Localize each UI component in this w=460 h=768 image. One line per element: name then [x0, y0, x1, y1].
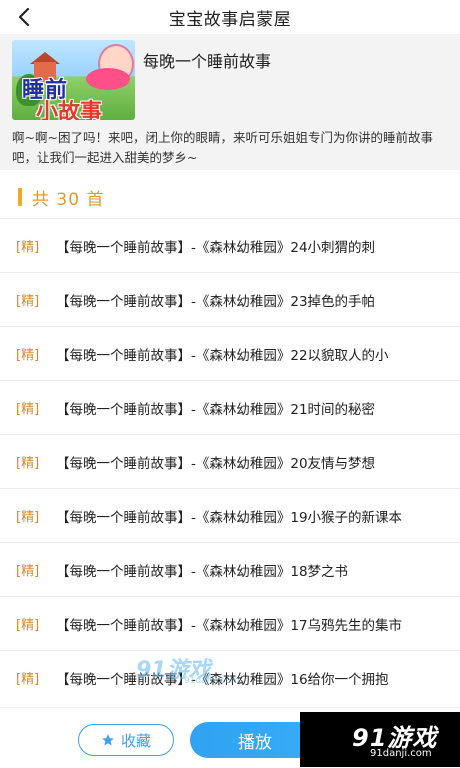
top-bar: 宝宝故事启蒙屋 [0, 0, 460, 34]
track-title: 【每晚一个睡前故事】-《森林幼稚园》24小刺猬的刺 [56, 240, 376, 256]
page-title: 宝宝故事启蒙屋 [168, 10, 292, 30]
favorite-label: 收藏 [120, 731, 151, 750]
album-name: 每晚一个睡前故事 [143, 52, 272, 71]
list-item[interactable]: [精] 【每晚一个睡前故事】-《森林幼稚园》18梦之书 [0, 542, 460, 596]
track-title: 【每晚一个睡前故事】-《森林幼稚园》16给你一个拥抱 [56, 672, 389, 688]
bottom-action-bar: 收藏 播放 [0, 707, 460, 768]
featured-tag: [精] [16, 672, 40, 687]
track-title: 【每晚一个睡前故事】-《森林幼稚园》18梦之书 [56, 564, 349, 580]
featured-tag: [精] [16, 240, 40, 255]
album-description: 啊~啊~困了吗！来吧，闭上你的眼睛，来听可乐姐姐专门为你讲的睡前故事吧，让我们一… [12, 130, 433, 165]
featured-tag: [精] [16, 618, 40, 633]
featured-tag: [精] [16, 456, 40, 471]
album-cover-image[interactable]: 睡前 小故事 [12, 40, 135, 120]
star-icon[interactable] [101, 733, 115, 747]
track-title: 【每晚一个睡前故事】-《森林幼稚园》22以貌取人的小 [56, 348, 389, 364]
list-item[interactable]: [精] 【每晚一个睡前故事】-《森林幼稚园》16给你一个拥抱 [0, 650, 460, 704]
play-button[interactable]: 播放 [190, 722, 370, 758]
featured-tag: [精] [16, 564, 40, 579]
list-item[interactable]: [精] 【每晚一个睡前故事】-《森林幼稚园》22以貌取人的小 [0, 326, 460, 380]
track-title: 【每晚一个睡前故事】-《森林幼稚园》19小猴子的新课本 [56, 510, 403, 526]
track-title: 【每晚一个睡前故事】-《森林幼稚园》23掉色的手帕 [56, 294, 376, 310]
track-title: 【每晚一个睡前故事】-《森林幼稚园》21时间的秘密 [56, 402, 376, 418]
featured-tag: [精] [16, 510, 40, 525]
list-item[interactable]: [精] 【每晚一个睡前故事】-《森林幼稚园》17乌鸦先生的集市 [0, 596, 460, 650]
list-item[interactable]: [精] 【每晚一个睡前故事】-《森林幼稚园》24小刺猬的刺 [0, 218, 460, 272]
track-count: 共 30 首 [32, 190, 105, 210]
featured-tag: [精] [16, 294, 40, 309]
list-item[interactable]: [精] 【每晚一个睡前故事】-《森林幼稚园》21时间的秘密 [0, 380, 460, 434]
track-title: 【每晚一个睡前故事】-《森林幼稚园》17乌鸦先生的集市 [56, 618, 403, 634]
accent-bar [18, 188, 22, 206]
cover-badge [86, 68, 130, 90]
track-count-row: 共 30 首 [0, 178, 460, 216]
list-item[interactable]: [精] 【每晚一个睡前故事】-《森林幼稚园》19小猴子的新课本 [0, 488, 460, 542]
list-item[interactable]: [精] 【每晚一个睡前故事】-《森林幼稚园》23掉色的手帕 [0, 272, 460, 326]
featured-tag: [精] [16, 348, 40, 363]
cover-title-line2: 小故事 [36, 100, 103, 120]
favorite-button[interactable]: 收藏 [78, 724, 174, 756]
play-label: 播放 [238, 732, 272, 753]
album-header: 睡前 小故事 每晚一个睡前故事 啊~啊~困了吗！来吧，闭上你的眼睛，来听可乐姐姐… [0, 34, 460, 170]
track-title: 【每晚一个睡前故事】-《森林幼稚园》20友情与梦想 [56, 456, 376, 472]
featured-tag: [精] [16, 402, 40, 417]
track-list: [精] 【每晚一个睡前故事】-《森林幼稚园》24小刺猬的刺 [精] 【每晚一个睡… [0, 218, 460, 704]
list-item[interactable]: [精] 【每晚一个睡前故事】-《森林幼稚园》20友情与梦想 [0, 434, 460, 488]
